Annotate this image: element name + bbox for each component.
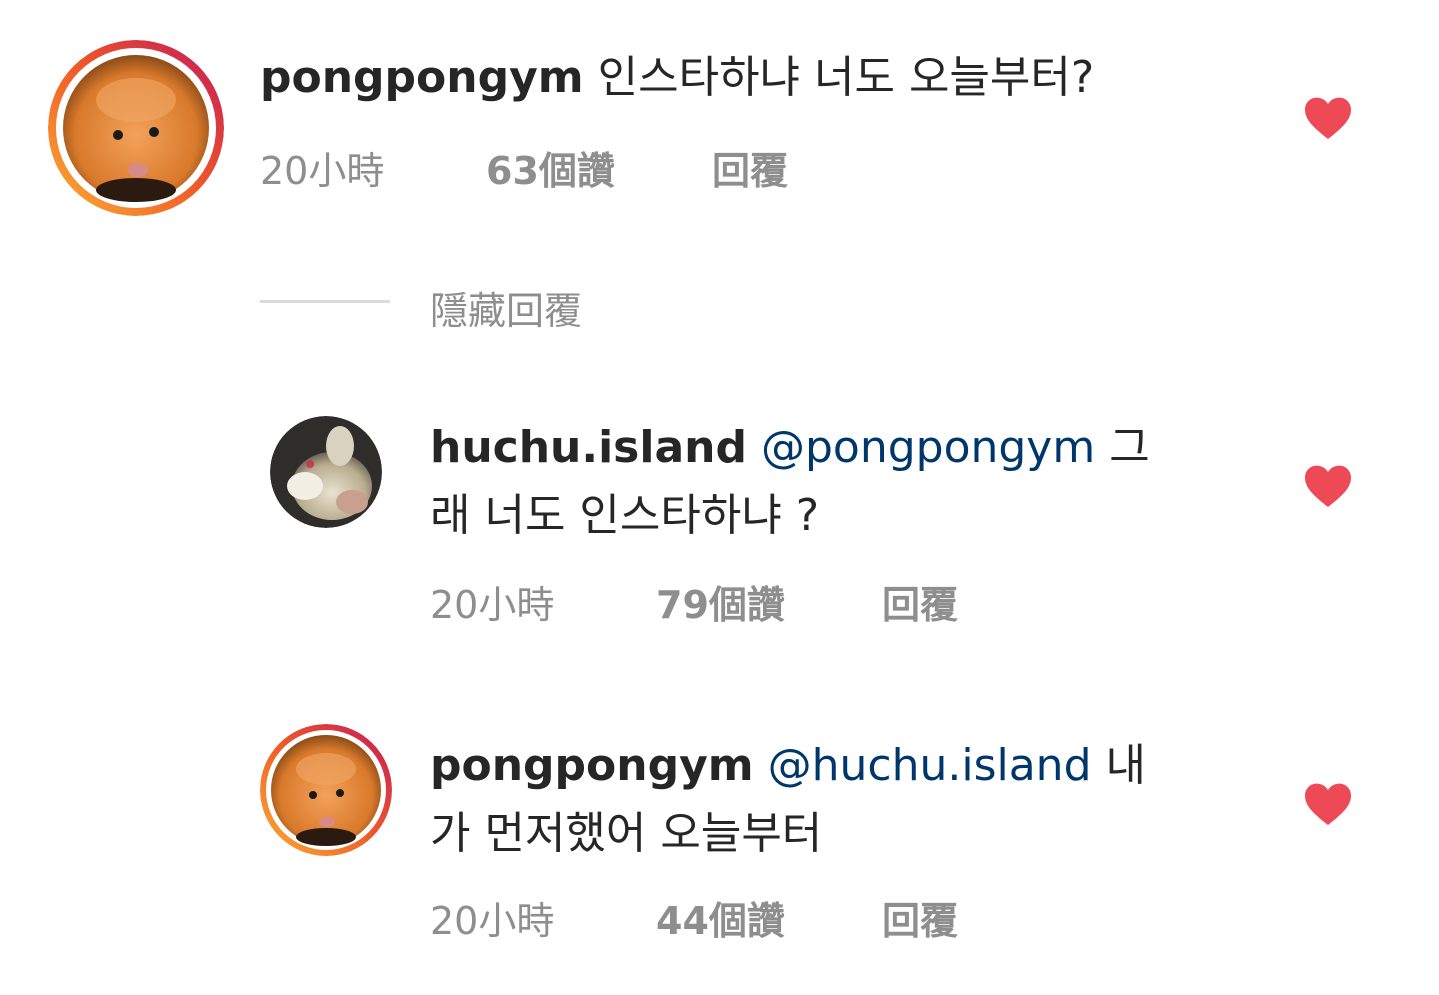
comment-time: 20小時 xyxy=(430,899,555,943)
like-heart-icon[interactable] xyxy=(1303,782,1353,826)
reply-button[interactable]: 回覆 xyxy=(882,574,958,629)
like-heart-icon[interactable] xyxy=(1303,464,1353,508)
comment-username[interactable]: pongpongym xyxy=(430,740,754,791)
comment-meta: 20小時 63個讚 回覆 xyxy=(260,140,960,193)
avatar-pongpongym[interactable] xyxy=(260,724,392,856)
comment-meta: 20小時 44個讚 回覆 xyxy=(430,890,1130,943)
comment-text: 내 xyxy=(1105,740,1146,791)
comment-text: 그 xyxy=(1109,422,1150,473)
avatar-huchu-island[interactable] xyxy=(270,416,382,528)
comment-body: pongpongym @huchu.island 내 가 먼저했어 오늘부터 xyxy=(430,732,1230,868)
comment-body: pongpongym 인스타하냐 너도 오늘부터? xyxy=(260,44,1240,112)
comment-likes[interactable]: 79個讚 xyxy=(656,574,785,629)
comment-meta: 20小時 79個讚 回覆 xyxy=(430,574,1130,627)
comment-time: 20小時 xyxy=(430,583,555,627)
comment-mention[interactable]: @pongpongym xyxy=(761,422,1095,473)
hide-replies-button[interactable]: 隱藏回覆 xyxy=(430,280,582,335)
comment-text-cont: 래 너도 인스타하냐 ? xyxy=(430,490,820,541)
comment-likes[interactable]: 44個讚 xyxy=(656,890,785,945)
comment-username[interactable]: huchu.island xyxy=(430,422,747,473)
comment-body: huchu.island @pongpongym 그 래 너도 인스타하냐 ? xyxy=(430,414,1230,550)
comment-mention[interactable]: @huchu.island xyxy=(768,740,1092,791)
reply-button[interactable]: 回覆 xyxy=(712,140,788,195)
like-heart-icon[interactable] xyxy=(1303,96,1353,140)
comment-username[interactable]: pongpongym xyxy=(260,52,584,103)
reply-button[interactable]: 回覆 xyxy=(882,890,958,945)
comment-text: 인스타하냐 너도 오늘부터? xyxy=(597,52,1095,103)
comment-time: 20小時 xyxy=(260,149,385,193)
comment-text-cont: 가 먼저했어 오늘부터 xyxy=(430,808,823,859)
hide-replies-divider xyxy=(260,300,390,303)
avatar-pongpongym[interactable] xyxy=(48,40,224,216)
comment-likes[interactable]: 63個讚 xyxy=(486,140,615,195)
